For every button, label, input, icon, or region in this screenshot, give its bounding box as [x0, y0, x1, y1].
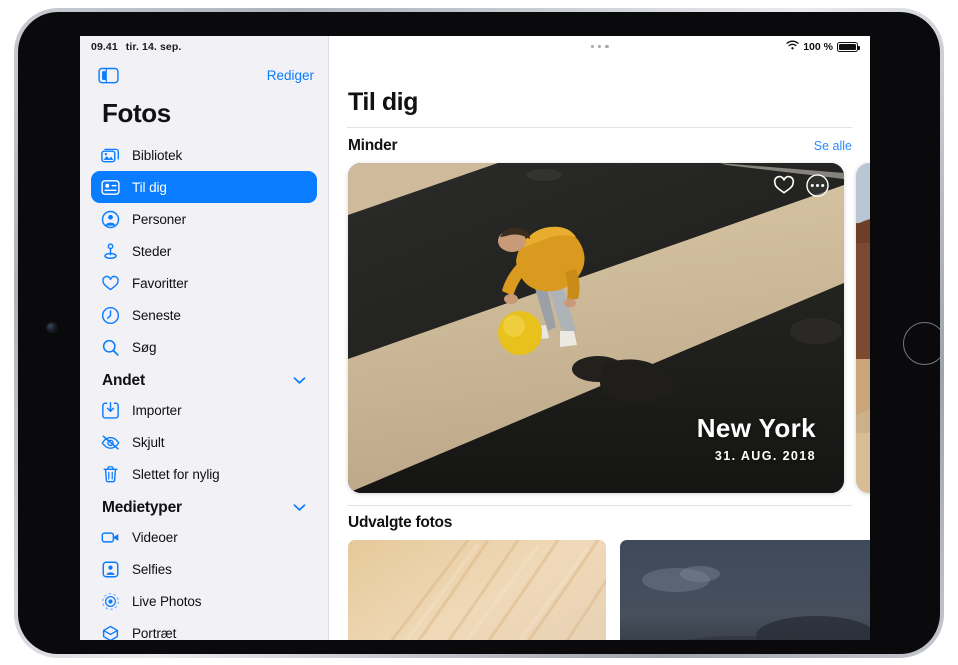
wifi-icon [786, 40, 799, 53]
sidebar-group-andet-list: Importer Skjult Slettet for nylig [80, 394, 328, 490]
sidebar-item-label: Søg [132, 339, 157, 355]
sidebar-item-label: Importer [132, 402, 182, 418]
sidebar-item-label: Skjult [132, 434, 165, 450]
main-content: 100 % Til dig Minder Se alle New York 31… [329, 36, 870, 640]
sidebar-item-label: Favoritter [132, 275, 189, 291]
sidebar-item-personer[interactable]: Personer [91, 203, 317, 235]
front-camera-dot [47, 323, 56, 332]
ellipsis-circle-icon[interactable] [806, 173, 829, 202]
sidebar-item-sog[interactable]: Søg [91, 331, 317, 363]
memories-section-header: Minder Se alle [329, 128, 870, 163]
sidebar-item-live-photos[interactable]: Live Photos [91, 585, 317, 617]
import-download-icon [100, 400, 121, 421]
sidebar-toggle-icon[interactable] [98, 67, 119, 84]
for-you-card-icon [100, 177, 121, 198]
featured-tile-portrait[interactable] [348, 540, 606, 640]
sidebar-item-label: Bibliotek [132, 147, 183, 163]
sidebar-item-til-dig[interactable]: Til dig [91, 171, 317, 203]
battery-percent-label: 100 % [803, 40, 833, 53]
chevron-down-icon[interactable] [293, 372, 306, 390]
sidebar-item-label: Personer [132, 211, 186, 227]
sidebar-group-title: Medietyper [102, 499, 182, 516]
featured-photos-row [329, 540, 870, 640]
sidebar-item-steder[interactable]: Steder [91, 235, 317, 267]
sidebar-item-favoritter[interactable]: Favoritter [91, 267, 317, 299]
device-bezel: 09.41 tir. 14. sep. Rediger Fotos Biblio… [18, 12, 940, 654]
photos-library-icon [100, 145, 121, 166]
main-page-title: Til dig [348, 88, 418, 116]
featured-section-header: Udvalgte fotos [329, 505, 870, 540]
status-time: 09.41 [91, 41, 118, 53]
status-bar-right: 100 % [329, 36, 870, 58]
selfie-person-icon [100, 559, 121, 580]
memory-title: New York [696, 413, 816, 444]
chevron-down-icon[interactable] [293, 499, 306, 517]
sidebar-item-bibliotek[interactable]: Bibliotek [91, 139, 317, 171]
ipad-screen: 09.41 tir. 14. sep. Rediger Fotos Biblio… [80, 36, 870, 640]
edit-button[interactable]: Rediger [267, 68, 314, 83]
sidebar-item-label: Videoer [132, 529, 178, 545]
memory-card-actions [773, 173, 829, 202]
sidebar-item-label: Til dig [132, 179, 167, 195]
sidebar-item-label: Live Photos [132, 593, 202, 609]
map-pin-icon [100, 241, 121, 262]
sidebar-toolbar: Rediger [80, 58, 328, 92]
eye-slash-icon [100, 432, 121, 453]
video-camera-icon [100, 527, 121, 548]
sidebar-item-slettet-for-nylig[interactable]: Slettet for nylig [91, 458, 317, 490]
sidebar-item-importer[interactable]: Importer [91, 394, 317, 426]
heart-icon [100, 273, 121, 294]
sidebar-item-label: Slettet for nylig [132, 466, 220, 482]
status-date: tir. 14. sep. [125, 41, 182, 53]
sidebar-primary-list: Bibliotek Til dig Personer Steder Favori… [80, 139, 328, 363]
sidebar-item-portraet[interactable]: Portræt [91, 617, 317, 640]
memory-card-caption: New York 31. AUG. 2018 [696, 413, 816, 463]
sidebar-item-label: Seneste [132, 307, 181, 323]
featured-tile-storm[interactable] [620, 540, 870, 640]
section-title-minder: Minder [348, 136, 398, 154]
three-dots-handle[interactable] [590, 45, 609, 49]
home-button[interactable] [903, 322, 940, 365]
sidebar-group-medietyper-header[interactable]: Medietyper [80, 490, 328, 521]
sidebar-item-seneste[interactable]: Seneste [91, 299, 317, 331]
battery-full-icon [837, 41, 860, 52]
heart-outline-icon[interactable] [773, 175, 795, 200]
memory-card-new-york[interactable]: New York 31. AUG. 2018 [348, 162, 844, 493]
sidebar-group-medietyper-list: Videoer Selfies Live Photos Portræt [80, 521, 328, 640]
clock-icon [100, 305, 121, 326]
sidebar-group-title: Andet [102, 372, 145, 389]
see-all-link[interactable]: Se alle [814, 139, 852, 153]
sidebar-group-andet-header[interactable]: Andet [80, 363, 328, 394]
section-title-udvalgte-fotos: Udvalgte fotos [348, 514, 453, 531]
live-photo-icon [100, 591, 121, 612]
sidebar-item-label: Selfies [132, 561, 172, 577]
memory-date: 31. AUG. 2018 [714, 448, 816, 463]
trash-icon [100, 464, 121, 485]
memories-carousel[interactable]: New York 31. AUG. 2018 [329, 162, 870, 495]
sidebar-item-selfies[interactable]: Selfies [91, 553, 317, 585]
portrait-icon [100, 623, 121, 640]
sidebar-item-label: Steder [132, 243, 172, 259]
sidebar-item-videoer[interactable]: Videoer [91, 521, 317, 553]
person-circle-icon [100, 209, 121, 230]
sidebar-item-label: Portræt [132, 625, 177, 641]
search-icon [100, 337, 121, 358]
page-title-fotos: Fotos [102, 98, 171, 128]
ipad-device-frame: 09.41 tir. 14. sep. Rediger Fotos Biblio… [14, 8, 944, 658]
status-bar-left: 09.41 tir. 14. sep. [80, 36, 328, 58]
status-indicators: 100 % [786, 40, 860, 53]
memory-card-next-partial[interactable] [856, 162, 870, 493]
sidebar: 09.41 tir. 14. sep. Rediger Fotos Biblio… [80, 36, 329, 640]
sidebar-item-skjult[interactable]: Skjult [91, 426, 317, 458]
